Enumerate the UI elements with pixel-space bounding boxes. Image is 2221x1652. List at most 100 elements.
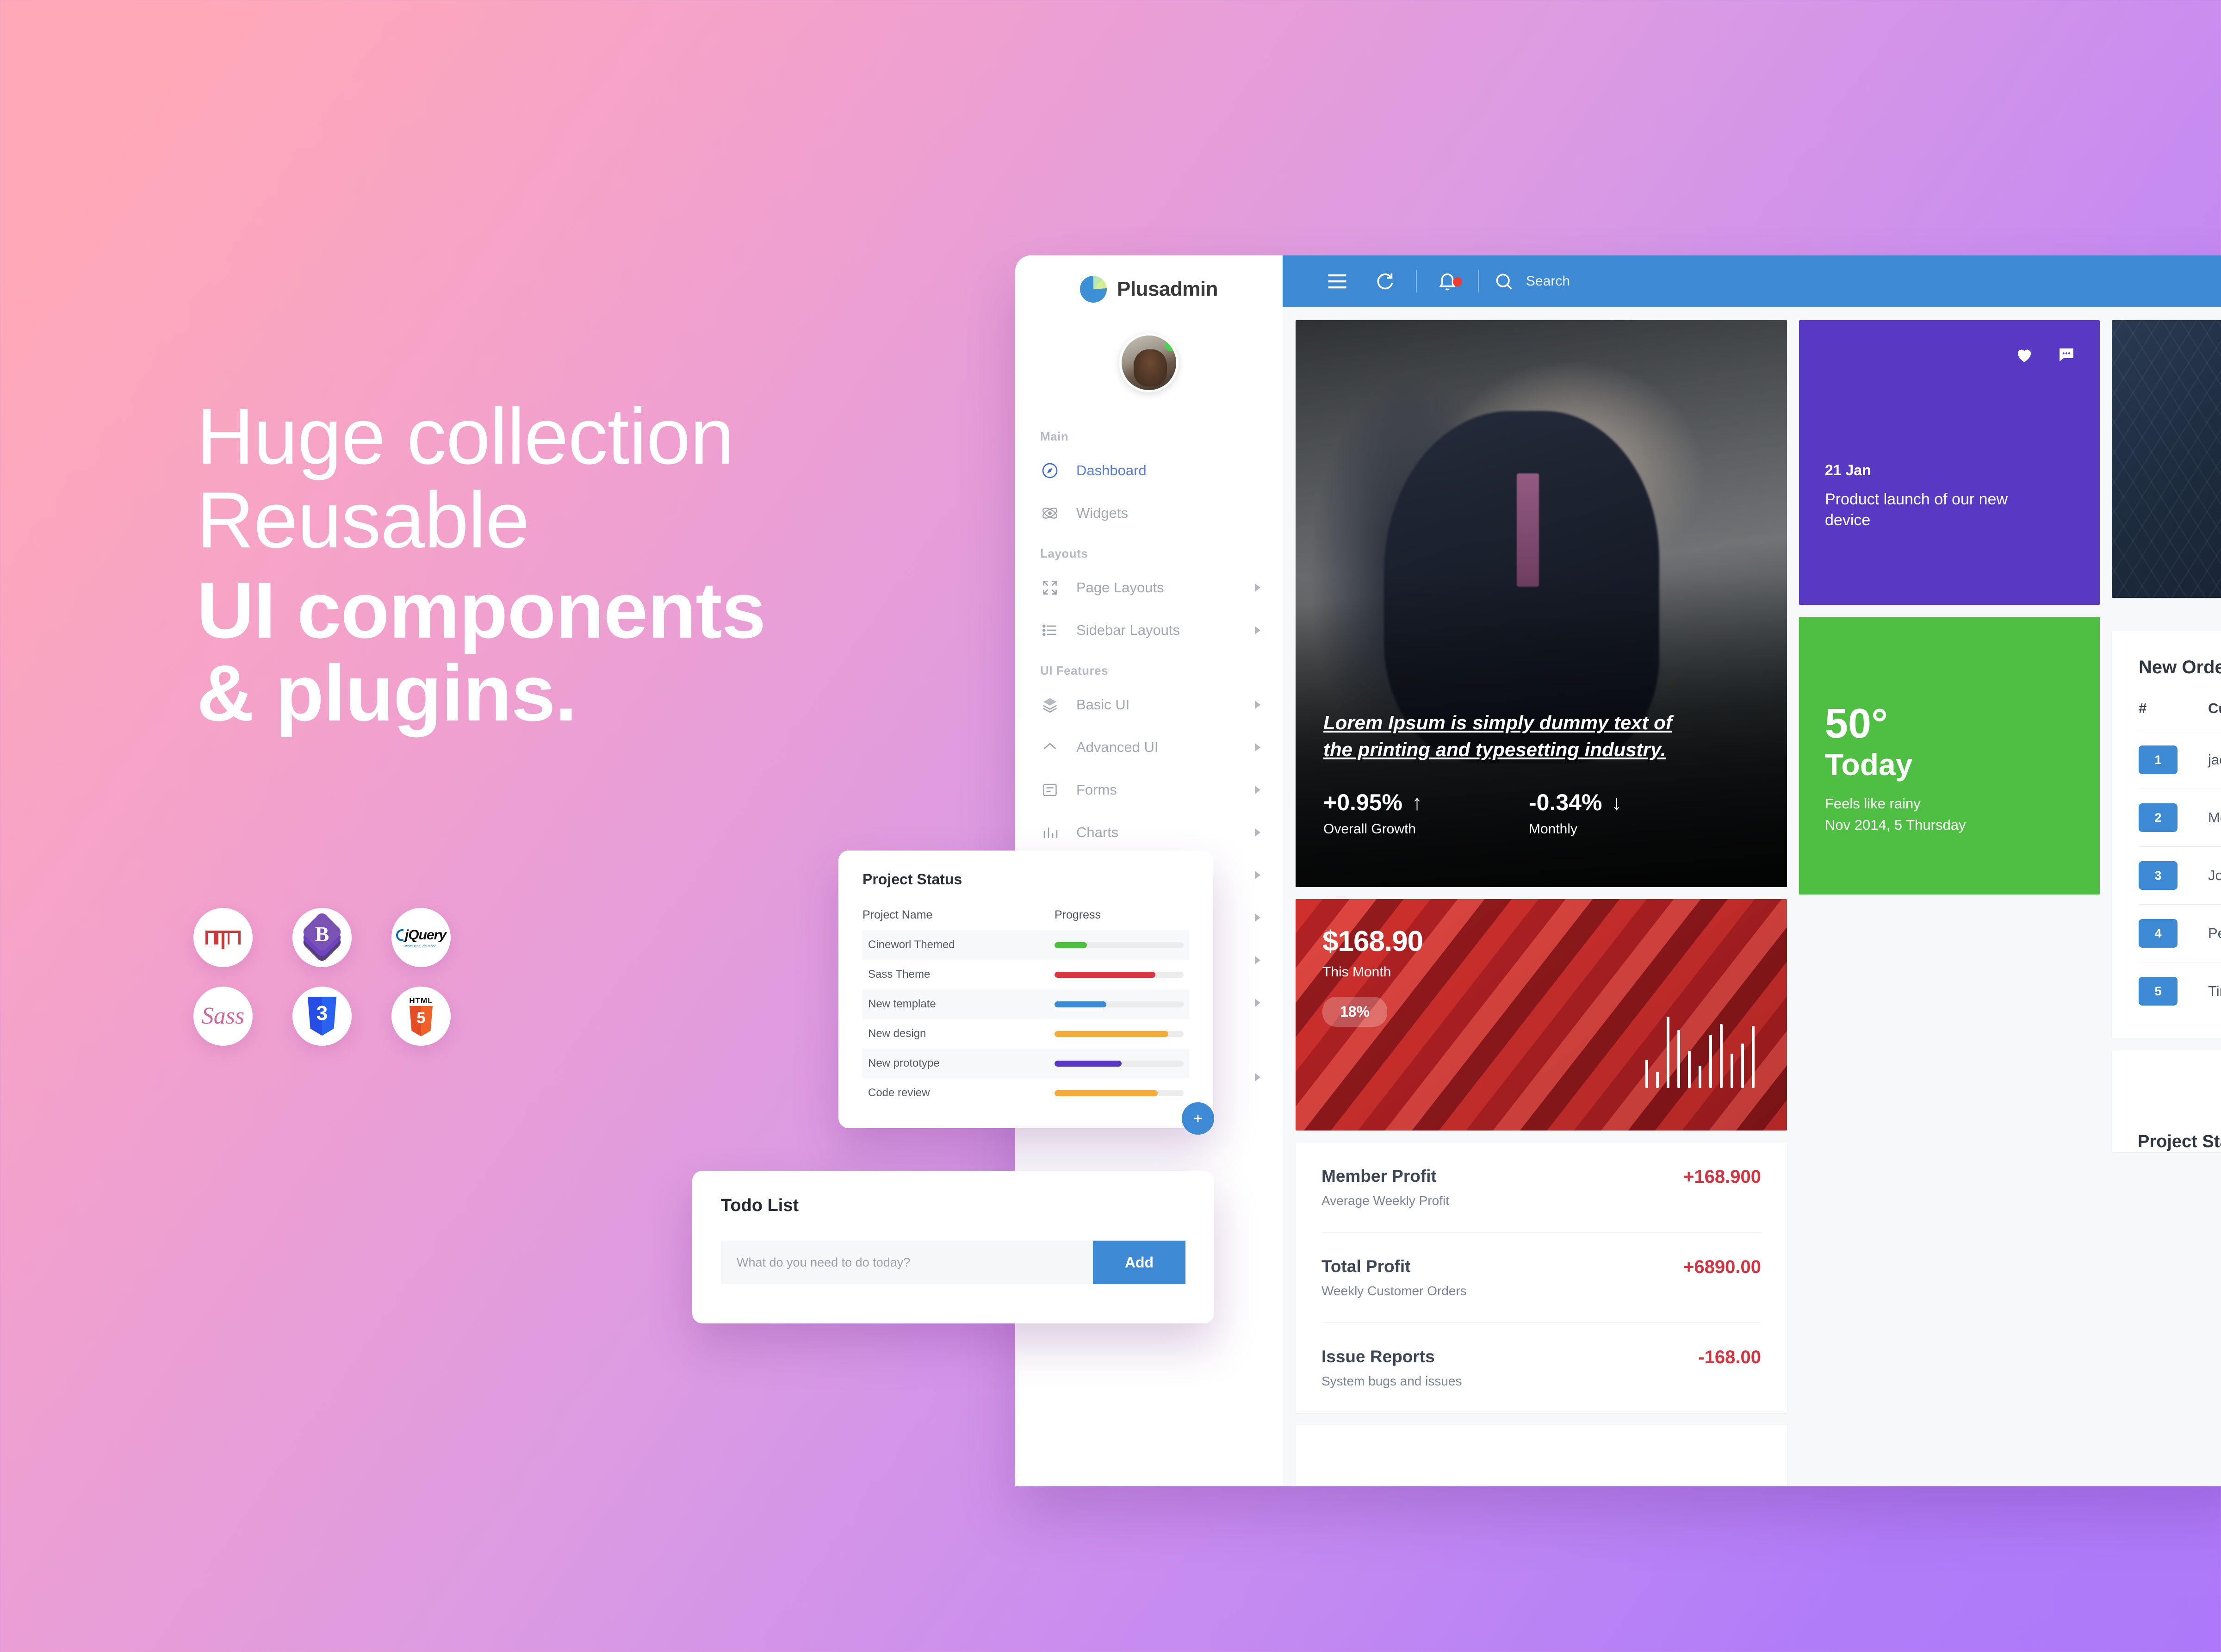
chart-icon [1040, 823, 1060, 842]
column-header-project-name: Project Name [862, 908, 933, 921]
order-customer-cell: John [2208, 846, 2221, 905]
table-row[interactable]: 5Tim#DM98912 june [2139, 962, 2221, 1020]
search-input[interactable]: Search [1485, 271, 1570, 292]
order-index-badge: 5 [2139, 977, 2178, 1006]
project-status-row: Cineworl Themed [862, 930, 1189, 960]
hamburger-icon[interactable] [1313, 269, 1361, 293]
sidebar-item-label: Basic UI [1076, 696, 1130, 713]
column-header-progress: Progress [1055, 908, 1101, 921]
hero-title[interactable]: Lorem Ipsum is simply dummy text of the … [1323, 709, 1689, 763]
add-todo-button[interactable]: Add [1093, 1241, 1185, 1284]
list-icon [1040, 621, 1060, 640]
sidebar-item-label: Advanced UI [1076, 739, 1159, 755]
tech-logo-grid: B jQuery write less, do more. Sass 3 HTM… [193, 908, 610, 1065]
avatar[interactable] [1119, 333, 1179, 392]
table-row[interactable]: 3John#DM98711 june [2139, 846, 2221, 905]
sidebar-item-label: Page Layouts [1076, 579, 1164, 596]
comment-icon[interactable] [2056, 345, 2076, 365]
heart-icon[interactable] [2015, 345, 2034, 365]
brand[interactable]: Plusadmin [1015, 255, 1283, 323]
sidebar-item-label: Widgets [1076, 505, 1128, 521]
project-name: New design [868, 1027, 926, 1040]
promo-line-3: UI components [197, 566, 766, 655]
profit-list: Member Profit Average Weekly Profit +168… [1296, 1143, 1787, 1413]
bell-icon[interactable] [1423, 271, 1471, 292]
profit-subtitle: Average Weekly Profit [1321, 1193, 1449, 1208]
sidebar-item-forms[interactable]: Forms [1015, 769, 1283, 811]
table-row[interactable]: 1jacob#DM98510 june [2139, 731, 2221, 789]
sidebar-item-page-layouts[interactable]: Page Layouts [1015, 566, 1283, 609]
refresh-icon[interactable] [1361, 271, 1409, 292]
profit-subtitle: Weekly Customer Orders [1321, 1284, 1467, 1298]
project-name: New template [868, 998, 936, 1010]
project-name: Code review [868, 1087, 930, 1099]
weather-card: 50° Today Feels like rainy Nov 2014, 5 T… [1799, 617, 2100, 894]
project-status-row: Sass Theme [862, 960, 1189, 989]
hero-stat-value: +0.95% [1323, 789, 1402, 815]
project-status-row: New template [862, 989, 1189, 1019]
brand-name: Plusadmin [1117, 278, 1218, 300]
hero-stat: -0.34% ↓ Monthly [1529, 789, 1622, 837]
hero-stat-value: -0.34% [1528, 789, 1602, 815]
project-name: Sass Theme [868, 968, 931, 981]
spark-bar [1656, 1071, 1659, 1088]
order-index-cell: 1 [2139, 731, 2208, 789]
topbar-divider [1416, 270, 1417, 292]
hero-card: Lorem Ipsum is simply dummy text of the … [1296, 320, 1787, 887]
event-text: Product launch of our new device [1825, 490, 2008, 529]
event-card: 21 Jan Product launch of our new device [1799, 320, 2100, 605]
project-status-floating-card: Project Status Project Name Progress Cin… [838, 851, 1214, 1135]
order-index-cell: 3 [2139, 846, 2208, 905]
progress-bar [1055, 971, 1184, 978]
column-header-index: # [2139, 700, 2147, 716]
spark-bar [1699, 1066, 1701, 1088]
plusadmin-pie-logo-icon [1080, 276, 1107, 303]
profit-value: +6890.00 [1683, 1257, 1761, 1277]
dark-photo-card [2112, 320, 2221, 598]
table-row[interactable]: 2Messsy#DM98611 june [2139, 789, 2221, 847]
profit-value: -168.00 [1698, 1347, 1761, 1367]
money-card: $168.90 This Month 18% [1296, 899, 1787, 1130]
add-project-fab[interactable] [1182, 1102, 1214, 1135]
chevron-right-icon [1255, 584, 1260, 592]
sidebar-item-dashboard[interactable]: Dashboard [1015, 449, 1283, 492]
spark-bar [1645, 1060, 1648, 1088]
chevron-right-icon [1255, 913, 1260, 922]
profit-title: Member Profit [1321, 1167, 1437, 1186]
spark-bar [1677, 1030, 1680, 1088]
nav-header-layouts: Layouts [1040, 547, 1088, 560]
order-index-badge: 3 [2139, 861, 2178, 890]
chevron-right-icon [1255, 999, 1260, 1007]
event-date: 21 Jan [1825, 461, 1871, 478]
sidebar-item-basic-ui[interactable]: Basic UI [1015, 683, 1283, 726]
todo-input[interactable] [721, 1241, 1093, 1284]
table-header-row: # Customer Code Purchase [2139, 700, 2221, 731]
arrow-down-icon: ↓ [1611, 790, 1622, 814]
sidebar-item-charts[interactable]: Charts [1015, 811, 1283, 854]
bootstrap-logo: B [292, 908, 352, 967]
sidebar-item-sidebar-layouts[interactable]: Sidebar Layouts [1015, 609, 1283, 652]
sidebar-item-label: Sidebar Layouts [1076, 622, 1180, 638]
project-status-title: Project Status [862, 871, 962, 888]
promo-line-1: Huge collection [197, 392, 734, 481]
notification-dot [1453, 277, 1462, 286]
avatar-wrapper[interactable] [1015, 333, 1283, 392]
sass-logo: Sass [193, 987, 253, 1046]
sidebar-item-advanced-ui[interactable]: Advanced UI [1015, 726, 1283, 769]
sidebar-item-widgets[interactable]: Widgets [1015, 492, 1283, 534]
progress-bar [1055, 1090, 1184, 1096]
promo-line-4: & plugins. [197, 649, 577, 738]
money-subtitle: This Month [1322, 964, 1391, 980]
card-grid: Lorem Ipsum is simply dummy text of the … [1283, 307, 2221, 1486]
table-row[interactable]: 4Peter#DM98812 june [2139, 904, 2221, 963]
html5-word: HTML [409, 996, 433, 1005]
search-placeholder: Search [1526, 273, 1570, 289]
chevron-right-icon [1255, 786, 1260, 794]
atom-icon [1040, 503, 1060, 523]
money-badge: 18% [1322, 997, 1388, 1027]
order-customer-cell: Tim [2208, 962, 2221, 1020]
weather-feels: Feels like rainy [1825, 795, 1921, 812]
sidebar-item-label: Charts [1076, 824, 1119, 840]
hero-stat-label: Overall Growth [1323, 821, 1416, 837]
spark-bar [1731, 1054, 1733, 1088]
